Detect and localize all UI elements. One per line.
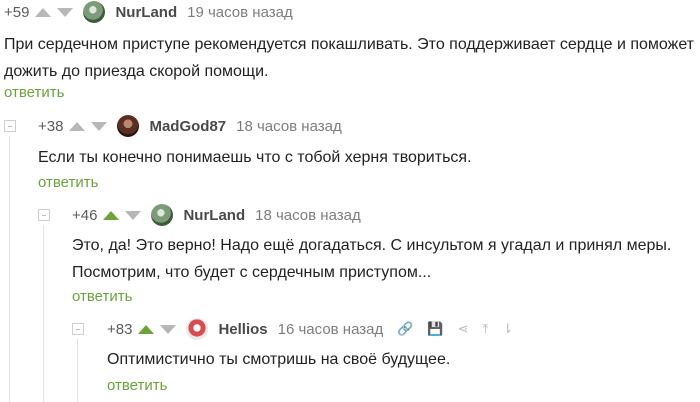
timestamp: 19 часов назад xyxy=(187,3,293,21)
upvote-icon[interactable] xyxy=(35,7,52,17)
comment-header: +59 NurLand 19 часов назад xyxy=(4,0,293,24)
upvote-icon[interactable] xyxy=(103,210,120,220)
username[interactable]: MadGod87 xyxy=(149,118,226,135)
comment-text: Оптимистично ты смотришь на своё будущее… xyxy=(107,351,451,368)
collapse-button[interactable] xyxy=(4,120,16,132)
reply-link[interactable]: ответить xyxy=(72,288,132,305)
upvote-icon[interactable] xyxy=(69,121,86,131)
comment-text: Это, да! Это верно! Надо ещё догадаться.… xyxy=(72,237,672,281)
comment-header: +83 Hellios 16 часов назад 🔗 💾 ⋖ ⤒ ⇂ xyxy=(107,317,527,341)
avatar[interactable] xyxy=(186,318,209,340)
link-icon[interactable]: 🔗 xyxy=(397,321,413,337)
upvote-icon[interactable] xyxy=(138,324,155,334)
rating: +46 xyxy=(72,206,98,224)
downvote-icon[interactable] xyxy=(91,121,108,131)
thread-line[interactable] xyxy=(43,225,44,402)
timestamp: 18 часов назад xyxy=(255,206,361,224)
username[interactable]: Hellios xyxy=(218,321,267,338)
more-icon[interactable]: ⇂ xyxy=(502,321,513,337)
share-icon[interactable]: ⋖ xyxy=(458,321,469,337)
comment-header: +46 NurLand 18 часов назад xyxy=(72,203,361,227)
comment-text: При сердечном приступе рекомендуется пок… xyxy=(4,36,695,80)
collapse-button[interactable] xyxy=(72,323,84,335)
comment-tools: 🔗 💾 ⋖ ⤒ ⇂ xyxy=(397,321,527,337)
timestamp: 16 часов назад xyxy=(277,320,384,338)
username[interactable]: NurLand xyxy=(115,4,177,21)
avatar[interactable] xyxy=(117,115,140,137)
rating: +59 xyxy=(4,3,30,21)
save-icon[interactable]: 💾 xyxy=(427,321,443,337)
rating: +83 xyxy=(107,320,133,338)
thread-line[interactable] xyxy=(9,136,10,402)
collapse-button[interactable] xyxy=(38,209,50,221)
username[interactable]: NurLand xyxy=(183,207,245,224)
reply-link[interactable]: ответить xyxy=(4,84,64,101)
reply-link[interactable]: ответить xyxy=(38,174,98,191)
upload-icon[interactable]: ⤒ xyxy=(483,321,489,337)
downvote-icon[interactable] xyxy=(160,324,177,334)
downvote-icon[interactable] xyxy=(57,7,74,17)
rating: +38 xyxy=(38,117,64,135)
thread-line[interactable] xyxy=(77,339,78,402)
comment-header: +38 MadGod87 18 часов назад xyxy=(38,114,342,138)
avatar[interactable] xyxy=(83,1,106,23)
comment-text: Если ты конечно понимаешь что с тобой хе… xyxy=(38,149,472,166)
reply-link[interactable]: ответить xyxy=(107,377,167,394)
downvote-icon[interactable] xyxy=(125,210,142,220)
timestamp: 18 часов назад xyxy=(236,117,342,135)
avatar[interactable] xyxy=(151,204,174,226)
